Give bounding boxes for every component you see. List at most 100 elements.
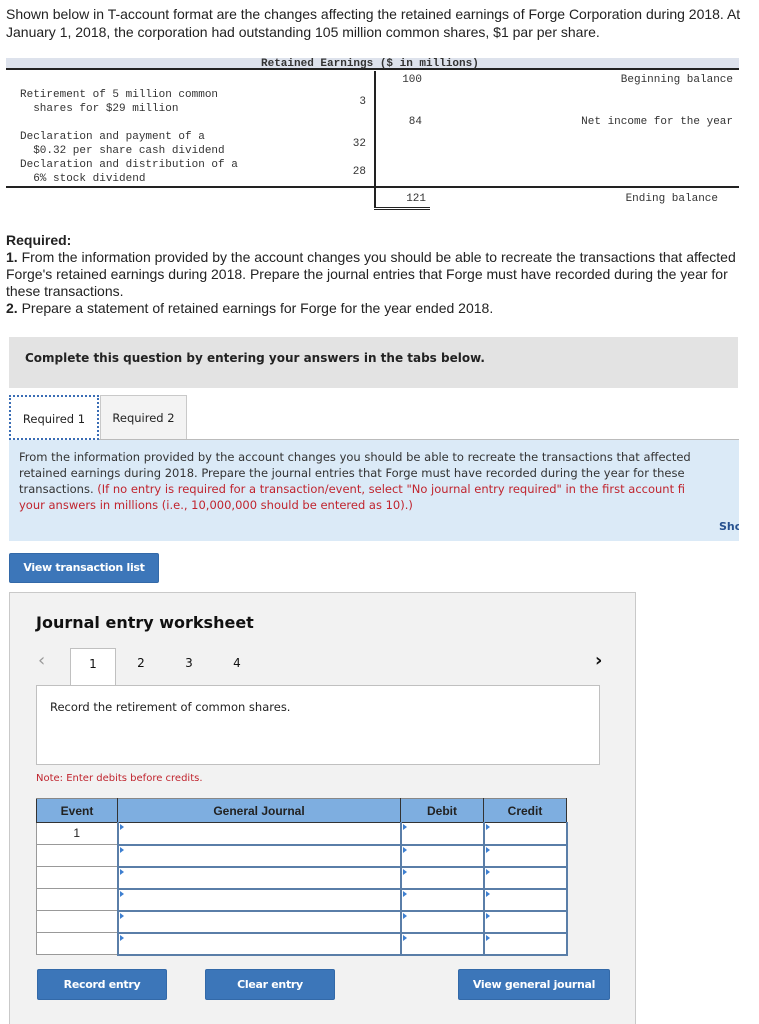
worksheet-description: Record the retirement of common shares. xyxy=(50,700,291,714)
debit-input[interactable] xyxy=(401,845,483,866)
account-select-cell xyxy=(116,844,402,868)
debit-input[interactable] xyxy=(401,889,483,910)
credit-input[interactable] xyxy=(484,889,566,910)
credit-input[interactable] xyxy=(484,933,566,954)
instructions-line: transactions. (If no entry is required f… xyxy=(19,481,739,497)
debit-input[interactable] xyxy=(401,933,483,954)
debit-input-cell xyxy=(399,866,485,890)
worksheet-title: Journal entry worksheet xyxy=(36,613,254,632)
column-header-credit: Credit xyxy=(483,798,567,823)
credit-input[interactable] xyxy=(484,845,566,866)
event-cell xyxy=(36,844,119,867)
journal-entry-worksheet: Journal entry worksheet ‹ 1 2 3 4 › Reco… xyxy=(9,592,636,1024)
account-select[interactable] xyxy=(118,911,400,932)
debit-input-cell xyxy=(399,844,485,868)
instructions-text-black: transactions. xyxy=(19,482,98,496)
required-item-1-text: From the information provided by the acc… xyxy=(6,249,736,299)
account-select[interactable] xyxy=(118,867,400,888)
debit-input[interactable] xyxy=(401,867,483,888)
credit-input[interactable] xyxy=(484,867,566,888)
chevron-right-icon[interactable]: › xyxy=(595,650,602,671)
debit-label: Declaration and payment of a $0.32 per s… xyxy=(20,131,225,157)
debit-label: Declaration and distribution of a 6% sto… xyxy=(20,159,238,185)
debit-label: Retirement of 5 million common shares fo… xyxy=(20,89,219,115)
credit-input-cell xyxy=(482,888,568,912)
journal-row xyxy=(36,910,568,934)
t-account-double-underline xyxy=(374,207,430,210)
complete-question-text: Complete this question by entering your … xyxy=(25,351,485,365)
debit-input-cell xyxy=(399,822,485,846)
credit-input-cell xyxy=(482,932,568,956)
instructions-line: From the information provided by the acc… xyxy=(19,450,691,464)
instructions-line: retained earnings during 2018. Prepare t… xyxy=(19,466,685,480)
journal-row xyxy=(36,866,568,890)
event-cell xyxy=(36,932,119,955)
record-entry-button[interactable]: Record entry xyxy=(37,969,167,1000)
worksheet-step-2[interactable]: 2 xyxy=(118,648,164,686)
journal-row xyxy=(36,932,568,956)
tab-required-2[interactable]: Required 2 xyxy=(100,395,187,440)
event-cell: 1 xyxy=(36,822,119,845)
debit-amount: 3 xyxy=(359,96,366,108)
show-less-link[interactable]: Sho xyxy=(719,520,739,533)
column-header-debit: Debit xyxy=(400,798,484,823)
t-account-retained-earnings: Retained Earnings ($ in millions) Retire… xyxy=(6,58,739,210)
worksheet-step-4[interactable]: 4 xyxy=(214,648,260,686)
required-heading: Required: xyxy=(6,232,72,248)
credit-label: Beginning balance xyxy=(620,74,733,86)
journal-row xyxy=(36,888,568,912)
chevron-left-icon[interactable]: ‹ xyxy=(38,650,45,671)
credit-input[interactable] xyxy=(484,911,566,932)
account-select-cell xyxy=(116,866,402,890)
t-account-horizontal-rule xyxy=(6,186,739,188)
worksheet-description-box: Record the retirement of common shares. xyxy=(36,685,600,765)
credit-input[interactable] xyxy=(484,823,566,844)
debit-input[interactable] xyxy=(401,823,483,844)
debit-input-cell xyxy=(399,910,485,934)
debit-amount: 32 xyxy=(352,138,366,150)
required-item-1-number: 1. xyxy=(6,249,18,265)
event-cell xyxy=(36,910,119,933)
debit-input-cell xyxy=(399,888,485,912)
credit-amount: 84 xyxy=(408,116,422,128)
problem-intro: Shown below in T-account format are the … xyxy=(6,6,741,40)
t-account-title: Retained Earnings ($ in millions) xyxy=(261,58,479,70)
account-select[interactable] xyxy=(118,845,400,866)
account-select[interactable] xyxy=(118,889,400,910)
clear-entry-button[interactable]: Clear entry xyxy=(205,969,335,1000)
tab-required-1[interactable]: Required 1 xyxy=(9,395,99,440)
column-header-general-journal: General Journal xyxy=(117,798,401,823)
column-header-event: Event xyxy=(36,798,118,823)
credit-label: Net income for the year xyxy=(581,116,733,128)
ending-balance-label: Ending balance xyxy=(625,193,718,205)
account-select-cell xyxy=(116,932,402,956)
account-select[interactable] xyxy=(118,823,400,844)
required-item-2: 2. Prepare a statement of retained earni… xyxy=(6,300,751,317)
credit-amount: 100 xyxy=(402,74,422,86)
debit-input[interactable] xyxy=(401,911,483,932)
instructions-text-red: (If no entry is required for a transacti… xyxy=(97,482,685,496)
worksheet-step-1[interactable]: 1 xyxy=(70,648,116,686)
view-general-journal-button[interactable]: View general journal xyxy=(458,969,610,1000)
required-item-2-text: Prepare a statement of retained earnings… xyxy=(17,300,494,316)
account-select[interactable] xyxy=(118,933,400,954)
journal-row: 1 xyxy=(36,822,568,846)
event-cell xyxy=(36,888,119,911)
journal-row xyxy=(36,844,568,868)
instructions-text: From the information provided by the acc… xyxy=(19,449,739,513)
worksheet-step-3[interactable]: 3 xyxy=(166,648,212,686)
required-item-1: 1. From the information provided by the … xyxy=(6,249,751,300)
event-cell xyxy=(36,866,119,889)
complete-question-banner: Complete this question by entering your … xyxy=(9,337,738,388)
ending-balance-amount: 121 xyxy=(406,193,426,205)
instructions-line-red: your answers in millions (i.e., 10,000,0… xyxy=(19,498,413,512)
account-select-cell xyxy=(116,822,402,846)
credit-input-cell xyxy=(482,822,568,846)
view-transaction-list-button[interactable]: View transaction list xyxy=(9,553,159,583)
account-select-cell xyxy=(116,910,402,934)
required-section: Required: 1. From the information provid… xyxy=(6,232,751,317)
required-item-2-number: 2. xyxy=(6,300,18,316)
t-account-title-bar: Retained Earnings ($ in millions) xyxy=(6,58,739,70)
debit-amount: 28 xyxy=(352,166,366,178)
worksheet-note: Note: Enter debits before credits. xyxy=(36,773,203,784)
